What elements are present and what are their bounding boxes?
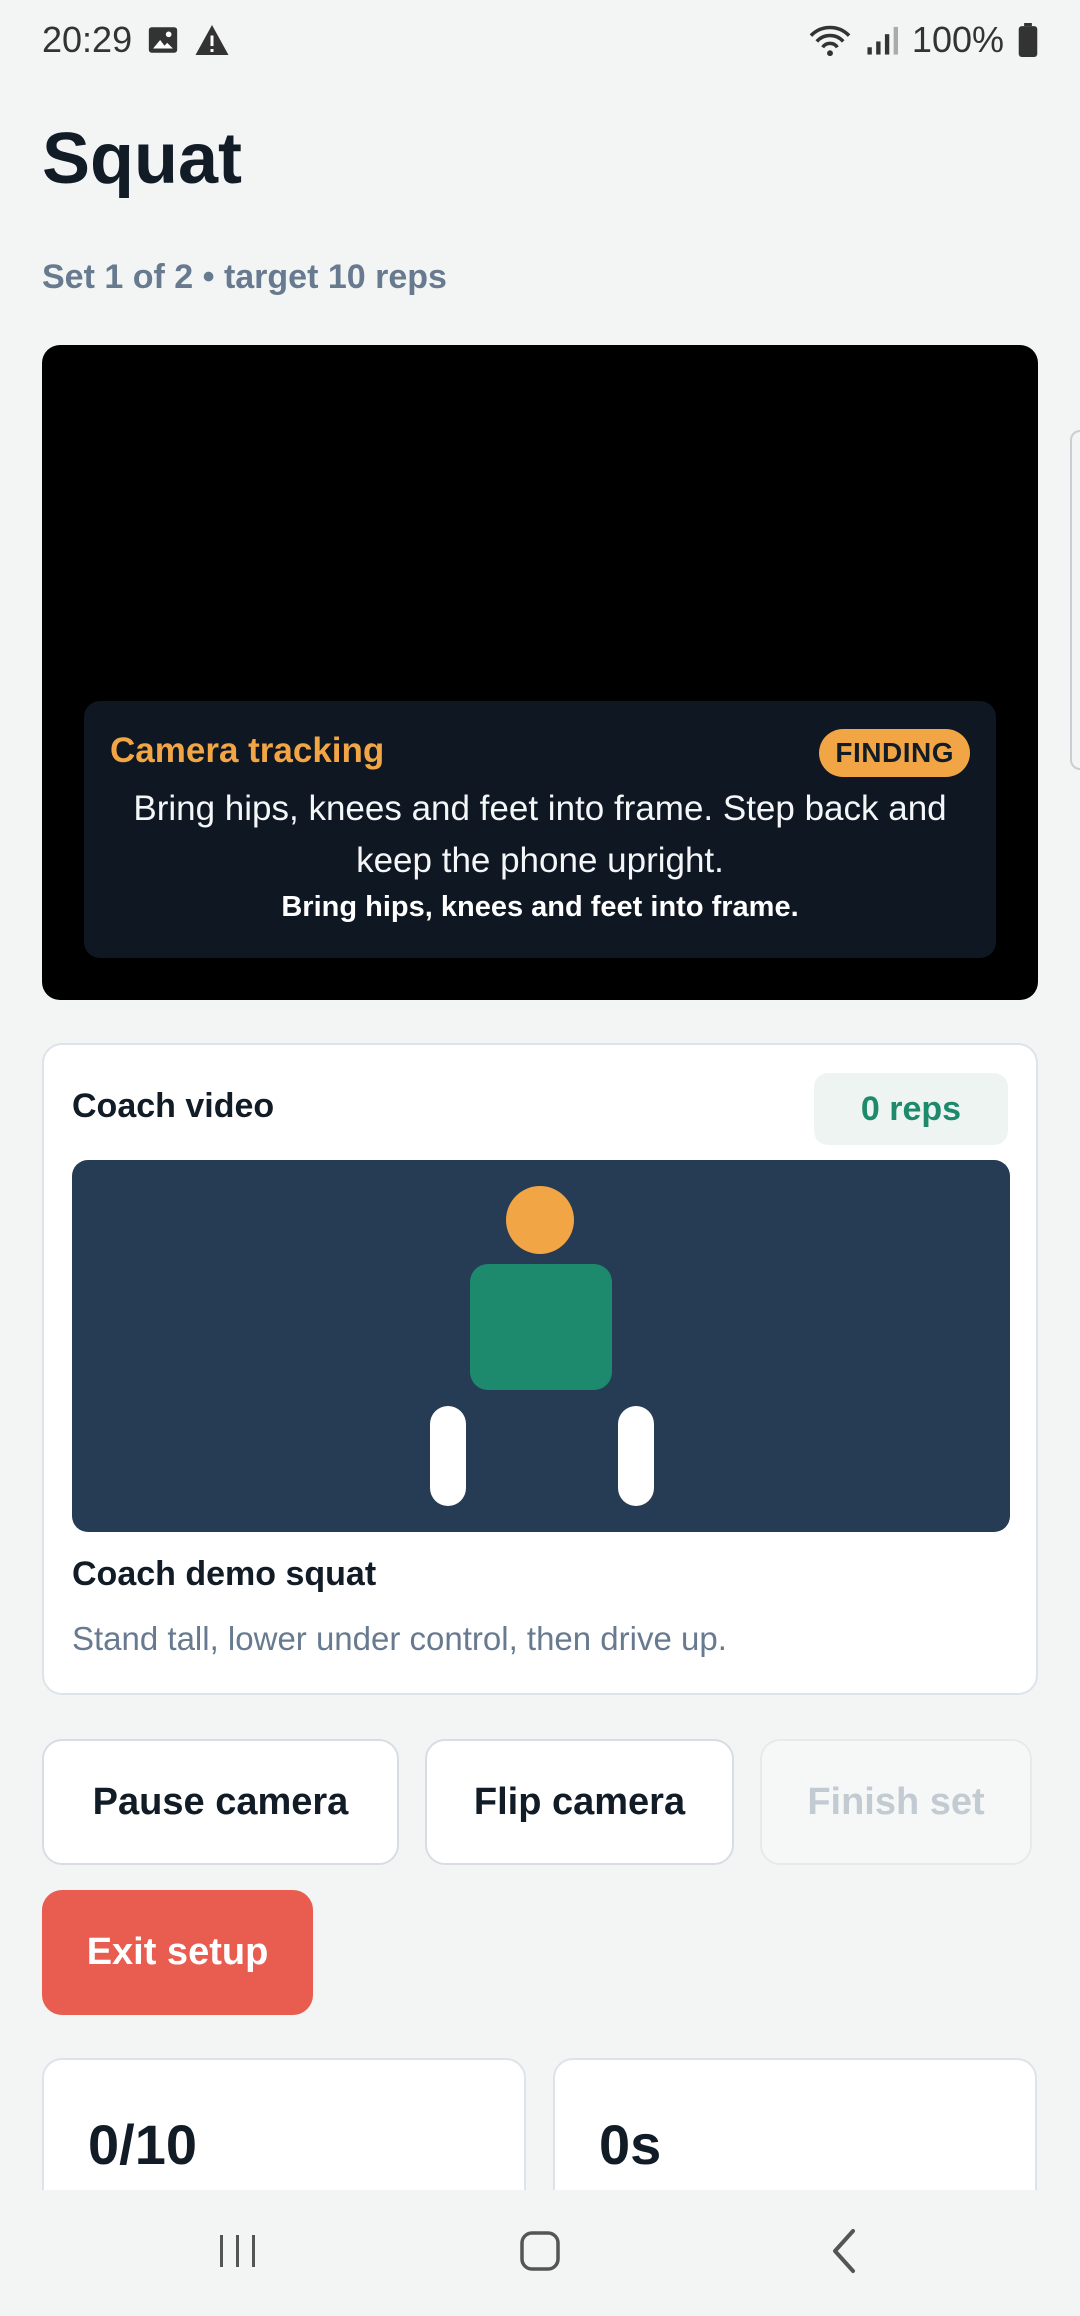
reps-progress-value: 0/10 <box>88 2113 197 2176</box>
status-bar: 20:29 100% <box>0 0 1080 80</box>
status-badge: FINDING <box>819 729 970 777</box>
system-nav-bar <box>0 2190 1080 2316</box>
image-icon <box>146 23 180 57</box>
signal-icon <box>866 24 898 56</box>
coach-demo-caption: Coach demo squat <box>72 1555 377 1593</box>
recent-apps-icon <box>216 2231 260 2276</box>
wifi-icon <box>808 23 852 57</box>
coach-video-player[interactable] <box>72 1160 1010 1532</box>
recent-apps-button[interactable] <box>158 2190 318 2316</box>
coach-video-card: Coach video 0 reps Coach demo squat Stan… <box>42 1043 1038 1695</box>
figure-left-leg <box>430 1406 466 1506</box>
flip-camera-button[interactable]: Flip camera <box>425 1739 734 1865</box>
coach-demo-description: Stand tall, lower under control, then dr… <box>72 1620 727 1657</box>
elapsed-time-value: 0s <box>599 2113 662 2176</box>
tracking-title: Camera tracking <box>110 731 385 770</box>
edge-panel-handle[interactable] <box>1070 430 1080 770</box>
home-button[interactable] <box>460 2190 620 2316</box>
reps-counter: 0 reps <box>814 1073 1008 1145</box>
battery-icon <box>1018 23 1038 57</box>
tracking-hint: Bring hips, knees and feet into frame. <box>281 891 799 923</box>
figure-head <box>506 1186 574 1254</box>
exit-setup-button[interactable]: Exit setup <box>42 1890 313 2015</box>
figure-body <box>470 1264 612 1390</box>
status-left: 20:29 <box>42 19 230 61</box>
tracking-message: Bring hips, knees and feet into frame. S… <box>133 789 947 880</box>
alert-icon <box>194 23 230 57</box>
pause-camera-button[interactable]: Pause camera <box>42 1739 399 1865</box>
camera-preview[interactable]: Camera tracking FINDING Bring hips, knee… <box>42 345 1038 1000</box>
coach-video-title: Coach video <box>72 1087 275 1125</box>
back-button[interactable] <box>764 2190 924 2316</box>
set-progress-subtitle: Set 1 of 2 • target 10 reps <box>42 258 447 296</box>
status-right: 100% <box>808 19 1038 61</box>
back-icon <box>829 2227 859 2280</box>
home-icon <box>518 2229 562 2278</box>
finish-set-button[interactable]: Finish set <box>760 1739 1032 1865</box>
page-title: Squat <box>42 119 243 199</box>
battery-percent: 100% <box>911 19 1004 60</box>
status-time: 20:29 <box>42 19 133 60</box>
figure-right-leg <box>618 1406 654 1506</box>
tracking-status-card: Camera tracking FINDING Bring hips, knee… <box>84 701 996 958</box>
